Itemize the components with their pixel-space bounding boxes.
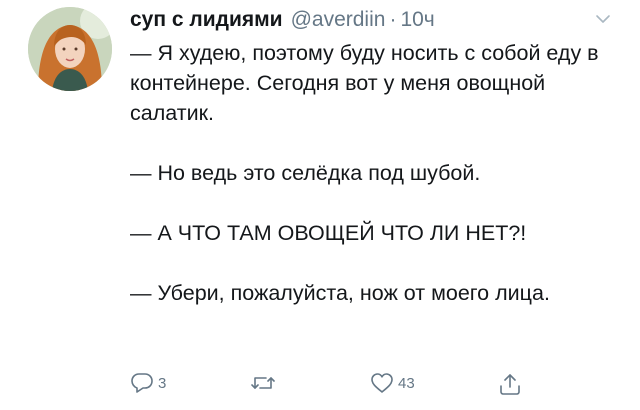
chevron-down-icon[interactable] [594,12,612,26]
tweet-paragraph: — А ЧТО ТАМ ОВОЩЕЙ ЧТО ЛИ НЕТ?! [130,221,527,245]
like-button[interactable]: 43 [370,372,415,394]
display-name[interactable]: суп с лидиями [130,6,283,34]
retweet-icon [250,372,276,394]
tweet-paragraph: — Убери, пожалуйста, нож от моего лица. [130,281,550,305]
share-button[interactable] [498,372,522,396]
share-icon [498,372,522,396]
tweet[interactable]: суп с лидиями @averdiin · 10ч — Я худею,… [0,0,640,410]
tweet-paragraph: — Но ведь это селёдка под шубой. [130,161,481,185]
tweet-header: суп с лидиями @averdiin · 10ч [130,6,435,34]
tweet-text: — Я худею, поэтому буду носить с собой е… [130,38,610,308]
timestamp[interactable]: 10ч [400,6,434,34]
separator-dot: · [389,8,397,31]
user-handle[interactable]: @averdiin [291,6,386,34]
reply-icon [130,372,154,394]
like-count: 43 [398,374,415,392]
tweet-actions: 3 43 [130,372,610,398]
heart-icon [370,372,394,394]
retweet-button[interactable] [250,372,280,394]
avatar[interactable] [28,7,112,91]
tweet-paragraph: — Я худею, поэтому буду носить с собой е… [130,41,599,125]
avatar-image [28,7,112,91]
reply-button[interactable]: 3 [130,372,166,394]
reply-count: 3 [158,374,167,392]
